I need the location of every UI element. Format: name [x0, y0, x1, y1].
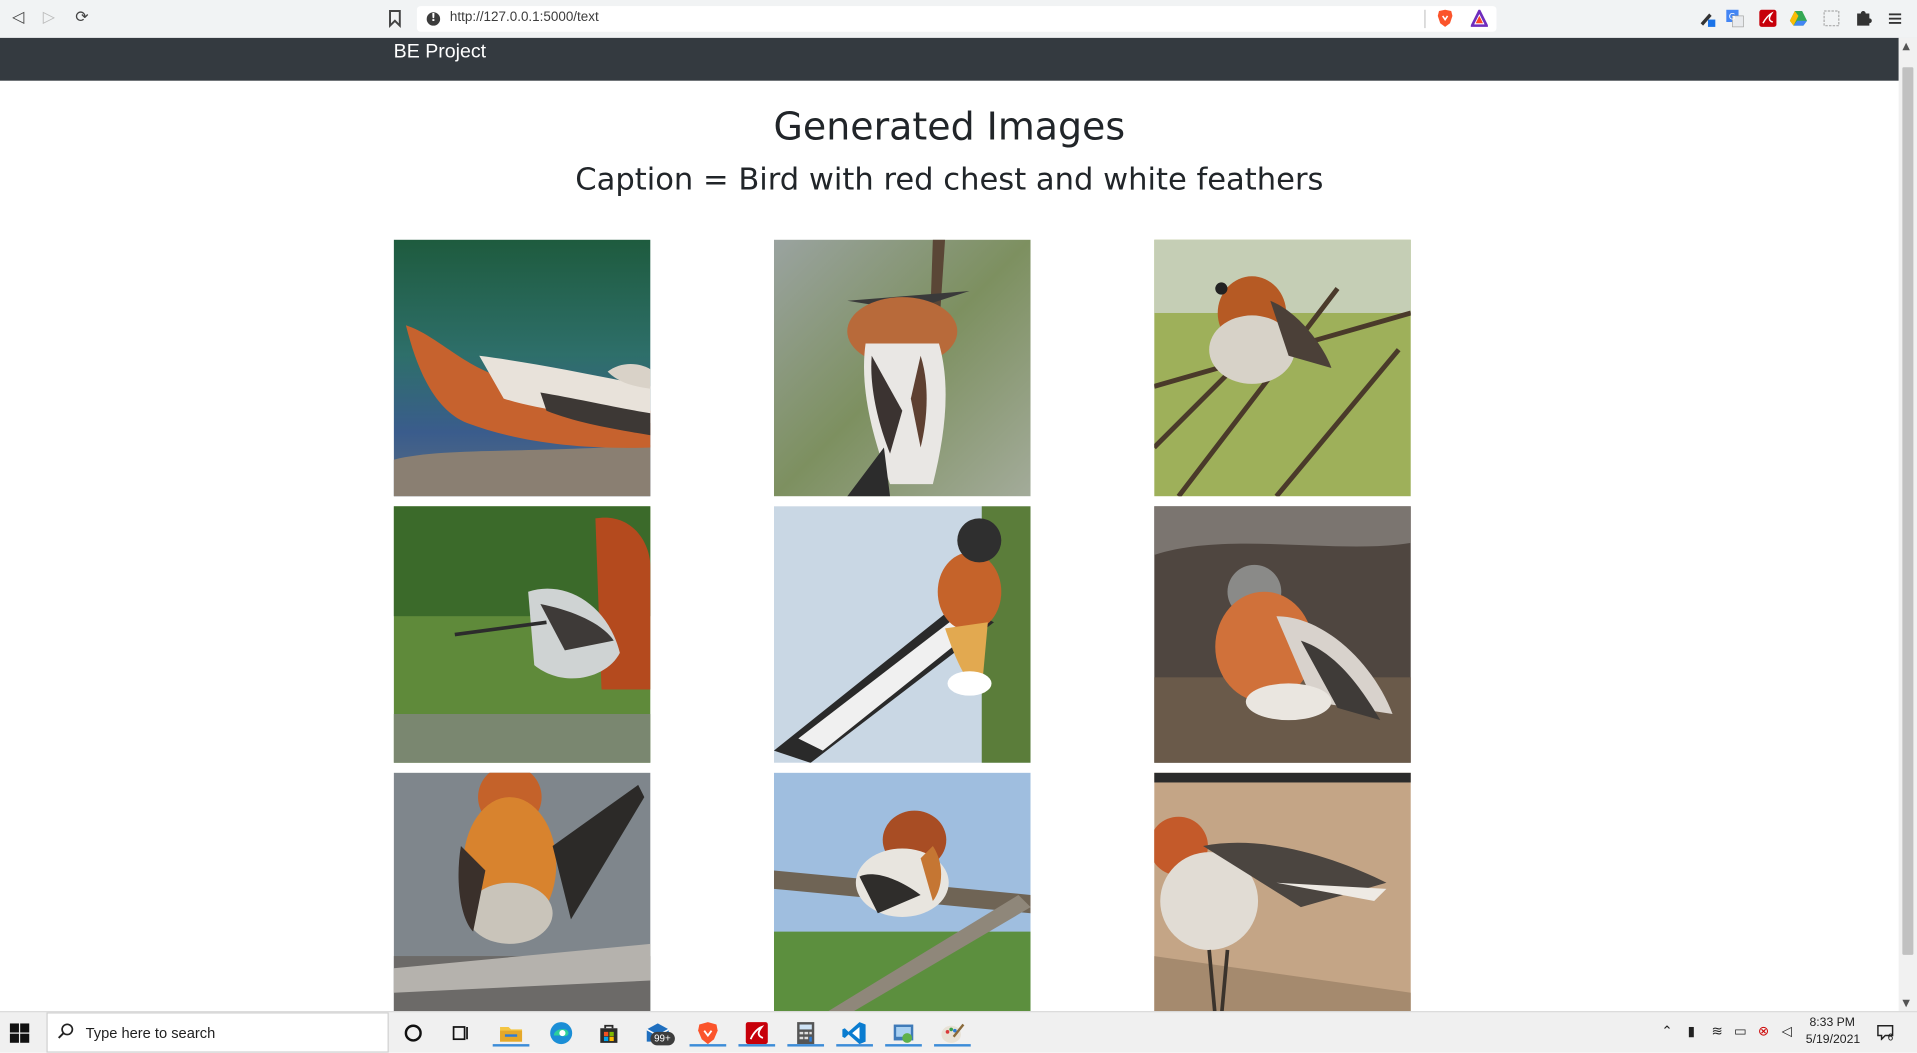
taskbar-search[interactable]: Type here to search [46, 1012, 389, 1053]
bird-image-5 [773, 506, 1031, 763]
generated-image-8 [773, 772, 1031, 1030]
volume-mute-icon[interactable]: ◁ [1779, 1023, 1795, 1040]
search-placeholder[interactable]: Type here to search [86, 1025, 216, 1042]
bird-image-6 [1154, 506, 1411, 763]
page-title: Generated Images [773, 105, 1126, 150]
divider [1424, 9, 1426, 29]
address-bar[interactable]: ! http://127.0.0.1:5000/text [416, 6, 1497, 32]
generated-image-9 [1154, 772, 1411, 1030]
control-panel-icon [893, 1024, 914, 1043]
site-info-icon[interactable]: ! [426, 12, 441, 26]
generated-image-4 [393, 506, 651, 763]
bird-image-8 [773, 772, 1031, 1030]
browser-toolbar: ◁ ▷ ⟳ ! http://127.0.0.1:5000/text G [0, 0, 1917, 40]
navbar: BE Project [0, 37, 1899, 81]
caption-text: Caption = Bird with red chest and white … [575, 161, 1324, 197]
bird-image-7 [393, 772, 651, 1030]
generated-image-3 [1154, 239, 1411, 497]
paint-icon [941, 1023, 965, 1043]
puzzle-extensions-icon[interactable] [1853, 9, 1873, 29]
mail-badge: 99+ [650, 1031, 675, 1046]
brave-button[interactable] [689, 1020, 727, 1047]
edge-icon [550, 1022, 573, 1045]
task-view-icon[interactable] [447, 1020, 474, 1047]
brave-rewards-icon[interactable] [1470, 9, 1488, 27]
active-indicator [836, 1044, 873, 1047]
menu-icon[interactable] [1885, 9, 1905, 29]
bird-image-9 [1154, 772, 1411, 1030]
reload-icon[interactable]: ⟳ [71, 7, 93, 29]
chevron-up-icon[interactable]: ⌃ [1659, 1023, 1675, 1040]
notification-count: 6 [1887, 1031, 1894, 1043]
active-indicator [787, 1044, 825, 1047]
generated-image-7 [393, 772, 651, 1030]
taskbar: Type here to search 99+ ⌃ ▮ ≋ ▭ ⊗ ◁ 8:33… [0, 1011, 1917, 1053]
generated-image-2 [773, 239, 1031, 497]
active-indicator [934, 1044, 971, 1047]
edge-button[interactable] [548, 1020, 575, 1047]
scroll-up-icon[interactable]: ▲ [1902, 40, 1910, 51]
active-indicator [492, 1044, 530, 1047]
clock-time[interactable]: 8:33 PM [1809, 1016, 1855, 1029]
bird-image-1 [393, 239, 651, 497]
navbar-brand[interactable]: BE Project [394, 42, 486, 64]
paint-button[interactable] [934, 1020, 971, 1047]
battery-icon[interactable]: ▭ [1732, 1023, 1748, 1040]
pdf-extension-icon[interactable] [1758, 9, 1778, 29]
scrollbar[interactable]: ▲ ▼ [1898, 37, 1917, 1012]
cortana-icon[interactable] [400, 1020, 427, 1047]
wifi-icon[interactable]: ≋ [1709, 1023, 1725, 1040]
folder-icon [500, 1026, 523, 1042]
translate-extension-icon[interactable]: G [1725, 9, 1745, 29]
vscode-icon [842, 1022, 866, 1045]
active-indicator [885, 1044, 922, 1047]
scroll-thumb[interactable] [1902, 67, 1914, 955]
store-icon[interactable] [595, 1020, 622, 1047]
generated-image-6 [1154, 506, 1411, 763]
generated-image-1 [393, 239, 651, 497]
windows-start-icon[interactable] [9, 1023, 30, 1043]
active-indicator [689, 1044, 727, 1047]
generated-image-5 [773, 506, 1031, 763]
svg-text:G: G [1729, 13, 1736, 23]
calculator-button[interactable] [787, 1020, 825, 1047]
brave-shields-icon[interactable] [1437, 9, 1454, 29]
vscode-button[interactable] [836, 1020, 873, 1047]
screen: ◁ ▷ ⟳ ! http://127.0.0.1:5000/text G BE … [0, 0, 1917, 1053]
forward-icon[interactable]: ▷ [38, 7, 60, 29]
bird-image-4 [393, 506, 651, 763]
back-icon[interactable]: ◁ [7, 7, 29, 29]
brave-icon [698, 1022, 718, 1045]
bookmark-icon[interactable] [386, 7, 403, 29]
file-explorer-button[interactable] [492, 1020, 530, 1047]
bird-image-2 [773, 239, 1031, 497]
blank-extension-icon[interactable] [1822, 9, 1842, 29]
clock-date[interactable]: 5/19/2021 [1806, 1033, 1860, 1046]
active-indicator [738, 1044, 776, 1047]
calculator-icon [797, 1022, 815, 1045]
network-alert-icon[interactable]: ⊗ [1756, 1023, 1772, 1040]
bird-image-3 [1154, 239, 1411, 497]
url-text[interactable]: http://127.0.0.1:5000/text [450, 10, 599, 25]
app-tray-icon[interactable]: ▮ [1684, 1023, 1700, 1040]
scroll-down-icon[interactable]: ▼ [1902, 998, 1910, 1009]
acrobat-icon [745, 1022, 768, 1045]
drive-extension-icon[interactable] [1789, 9, 1809, 29]
search-icon [57, 1023, 74, 1039]
pen-extension-icon[interactable] [1697, 9, 1717, 29]
control-panel-button[interactable] [885, 1020, 922, 1047]
acrobat-button[interactable] [738, 1020, 776, 1047]
